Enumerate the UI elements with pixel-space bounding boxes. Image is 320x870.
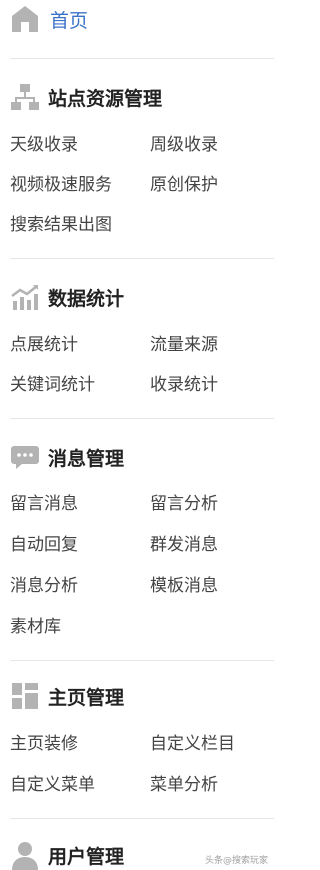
watermark-text: 头条@搜索玩家 <box>204 856 268 866</box>
home-link[interactable]: 首页 <box>10 4 88 34</box>
nav-item-material-library[interactable]: 素材库 <box>10 616 61 638</box>
nav-item-weekly-indexing[interactable]: 周级收录 <box>150 134 218 156</box>
nav-item-mass-messages[interactable]: 群发消息 <box>150 534 218 556</box>
section-header-user-management[interactable]: 用户管理 <box>10 840 124 870</box>
home-label: 首页 <box>50 9 89 32</box>
nav-item-impression-stats[interactable]: 点展统计 <box>10 334 78 356</box>
nav-item-indexing-stats[interactable]: 收录统计 <box>150 374 218 396</box>
nav-item-daily-indexing[interactable]: 天级收录 <box>10 134 78 156</box>
nav-item-traffic-source[interactable]: 流量来源 <box>150 334 218 356</box>
section-header-data-statistics[interactable]: 数据统计 <box>10 282 124 312</box>
divider <box>10 660 274 661</box>
nav-item-original-protection[interactable]: 原创保护 <box>150 174 218 196</box>
section-title: 站点资源管理 <box>48 87 163 110</box>
section-header-site-resources[interactable]: 站点资源管理 <box>10 82 162 112</box>
section-title: 数据统计 <box>48 287 125 310</box>
nav-item-auto-reply[interactable]: 自动回复 <box>10 534 78 556</box>
home-icon <box>12 6 38 32</box>
nav-item-search-result-images[interactable]: 搜索结果出图 <box>10 214 112 236</box>
nav-item-custom-menu[interactable]: 自定义菜单 <box>10 774 95 796</box>
nav-item-video-fast-service[interactable]: 视频极速服务 <box>10 174 112 196</box>
section-title: 消息管理 <box>48 447 125 470</box>
divider <box>10 418 274 419</box>
nav-item-keyword-stats[interactable]: 关键词统计 <box>10 374 95 396</box>
nav-item-homepage-decoration[interactable]: 主页装修 <box>10 733 78 755</box>
divider <box>10 258 274 259</box>
statistics-chart-icon <box>11 285 38 310</box>
site-tree-icon <box>11 84 39 110</box>
nav-item-custom-column[interactable]: 自定义栏目 <box>150 733 235 755</box>
nav-item-menu-analysis[interactable]: 菜单分析 <box>150 774 218 796</box>
section-title: 主页管理 <box>48 686 125 709</box>
nav-item-template-messages[interactable]: 模板消息 <box>150 575 218 597</box>
nav-item-comment-messages[interactable]: 留言消息 <box>10 493 78 515</box>
section-header-homepage-management[interactable]: 主页管理 <box>10 681 124 711</box>
user-icon <box>12 842 38 870</box>
section-header-message-management[interactable]: 消息管理 <box>10 442 124 472</box>
divider <box>10 58 274 59</box>
divider <box>10 818 274 819</box>
nav-item-message-analysis[interactable]: 消息分析 <box>10 575 78 597</box>
nav-item-comment-analysis[interactable]: 留言分析 <box>150 493 218 515</box>
message-bubble-icon <box>11 446 39 469</box>
homepage-layout-icon <box>12 683 38 709</box>
section-title: 用户管理 <box>48 845 125 868</box>
